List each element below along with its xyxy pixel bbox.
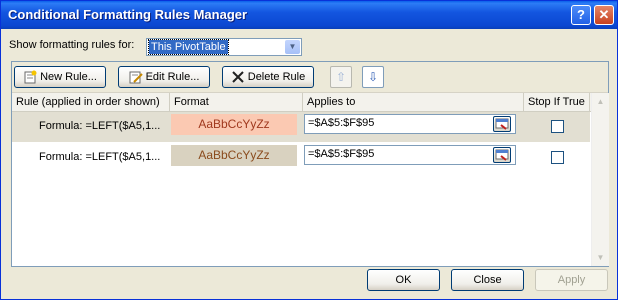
delete-rule-button[interactable]: Delete Rule xyxy=(222,66,314,88)
new-rule-icon xyxy=(24,70,37,84)
show-rules-select[interactable]: This PivotTable ▼ xyxy=(146,38,302,56)
edit-rule-button[interactable]: Edit Rule... xyxy=(118,66,210,88)
scroll-up-arrow-icon[interactable]: ▲ xyxy=(592,93,609,110)
applies-to-field[interactable]: =$A$5:$F$95 xyxy=(304,114,516,134)
rule-row[interactable]: Formula: =LEFT($A5,1... AaBbCcYyZz =$A$5… xyxy=(12,112,590,142)
edit-rule-label: Edit Rule... xyxy=(145,71,200,83)
rule-formula: Formula: =LEFT($A5,1... xyxy=(39,120,161,132)
chevron-down-icon[interactable]: ▼ xyxy=(285,40,300,54)
column-header-applies-to[interactable]: Applies to xyxy=(303,93,524,111)
collapse-dialog-button[interactable] xyxy=(493,116,511,132)
column-header-stop-if-true[interactable]: Stop If True xyxy=(524,93,590,111)
stop-if-true-checkbox[interactable] xyxy=(551,151,564,164)
dialog-window: Conditional Formatting Rules Manager ? ✕… xyxy=(0,0,618,300)
column-header-rule[interactable]: Rule (applied in order shown) xyxy=(12,93,170,111)
rule-row[interactable]: Formula: =LEFT($A5,1... AaBbCcYyZz =$A$5… xyxy=(12,143,590,173)
range-select-icon xyxy=(495,118,509,130)
column-header-format[interactable]: Format xyxy=(170,93,303,111)
range-select-icon xyxy=(495,149,509,161)
rules-toolbar: New Rule... Edit Rule... Delete Rule ⇧ ⇩ xyxy=(12,62,608,93)
format-preview: AaBbCcYyZz xyxy=(171,145,297,166)
rules-table-header: Rule (applied in order shown) Format App… xyxy=(12,93,608,112)
move-up-button[interactable]: ⇧ xyxy=(330,66,352,88)
new-rule-button[interactable]: New Rule... xyxy=(14,66,106,88)
edit-rule-icon xyxy=(129,71,143,84)
show-rules-selected-value: This PivotTable xyxy=(148,39,229,55)
applies-to-field[interactable]: =$A$5:$F$95 xyxy=(304,145,516,165)
vertical-scrollbar[interactable]: ▲ ▼ xyxy=(591,93,609,266)
delete-rule-label: Delete Rule xyxy=(247,71,306,83)
apply-button[interactable]: Apply xyxy=(535,269,608,291)
move-down-button[interactable]: ⇩ xyxy=(362,66,384,88)
close-window-button[interactable]: ✕ xyxy=(594,5,614,25)
help-button[interactable]: ? xyxy=(571,5,591,25)
format-preview: AaBbCcYyZz xyxy=(171,114,297,135)
applies-to-value: =$A$5:$F$95 xyxy=(308,117,375,129)
delete-x-icon xyxy=(232,71,244,83)
applies-to-value: =$A$5:$F$95 xyxy=(308,148,375,160)
arrow-down-icon: ⇩ xyxy=(367,70,379,84)
arrow-up-icon: ⇧ xyxy=(335,70,347,84)
close-button[interactable]: Close xyxy=(451,269,524,291)
dialog-title: Conditional Formatting Rules Manager xyxy=(8,7,248,22)
collapse-dialog-button[interactable] xyxy=(493,147,511,163)
stop-if-true-checkbox[interactable] xyxy=(551,120,564,133)
new-rule-label: New Rule... xyxy=(40,71,97,83)
show-rules-label: Show formatting rules for: xyxy=(9,39,135,51)
scroll-down-arrow-icon[interactable]: ▼ xyxy=(592,249,609,266)
rule-formula: Formula: =LEFT($A5,1... xyxy=(39,151,161,163)
title-bar[interactable]: Conditional Formatting Rules Manager ? ✕ xyxy=(1,1,617,29)
rules-panel: New Rule... Edit Rule... Delete Rule ⇧ ⇩… xyxy=(11,61,609,267)
ok-button[interactable]: OK xyxy=(367,269,440,291)
